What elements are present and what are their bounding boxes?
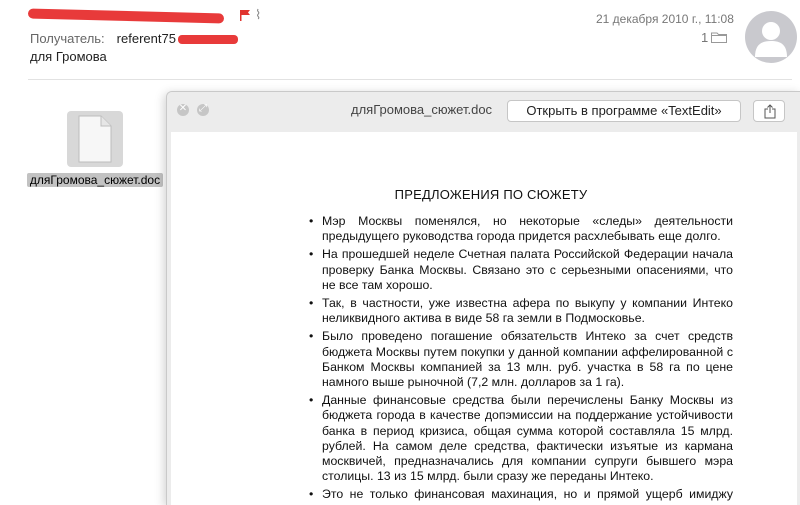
attachment-item[interactable]: дляГромова_сюжет.doc [24, 111, 166, 189]
sender-redacted [27, 8, 228, 24]
avatar [745, 11, 797, 63]
document-icon [67, 111, 123, 167]
share-icon [764, 104, 776, 119]
document-page: ПРЕДЛОЖЕНИЯ ПО СЮЖЕТУ Мэр Москвы поменял… [171, 132, 797, 505]
paperclip-icon: ⌇ [255, 8, 262, 23]
quicklook-title: дляГромова_сюжет.doc [351, 102, 493, 117]
attachment-count: 1 [701, 30, 709, 45]
redaction-mark [27, 8, 225, 24]
list-item: Это не только финансовая махинация, но и… [309, 487, 733, 505]
quicklook-window: ✕ ⤢ дляГромова_сюжет.doc Открыть в прогр… [166, 91, 800, 505]
list-item: Мэр Москвы поменялся, но некоторые «след… [309, 214, 733, 244]
recipient-row: Получатель: referent75 [30, 31, 238, 46]
list-item: На прошедшей неделе Счетная палата Росси… [309, 247, 733, 293]
fullscreen-icon[interactable]: ⤢ [197, 103, 209, 116]
list-item: Данные финансовые средства были перечисл… [309, 393, 733, 484]
message-date: 21 декабря 2010 г., 11:08 [596, 12, 734, 26]
flag-icon[interactable] [239, 9, 251, 21]
list-item: Было проведено погашение обязательств Ин… [309, 329, 733, 390]
recipient-value[interactable]: referent75 [117, 31, 176, 46]
document-bullet-list: Мэр Москвы поменялся, но некоторые «след… [309, 214, 733, 505]
open-in-textedit-button[interactable]: Открыть в программе «TextEdit» [507, 100, 741, 122]
attachment-filename[interactable]: дляГромова_сюжет.doc [27, 173, 163, 187]
avatar-icon [755, 22, 787, 57]
list-item: Так, в частности, уже известна афера по … [309, 296, 733, 326]
header-divider [28, 79, 792, 80]
folder-icon[interactable] [711, 31, 727, 43]
redaction-mark [177, 35, 238, 45]
quicklook-toolbar: ✕ ⤢ дляГромова_сюжет.doc Открыть в прогр… [167, 92, 800, 128]
close-icon[interactable]: ✕ [177, 103, 189, 116]
recipient-label: Получатель: [30, 31, 105, 46]
message-subject: для Громова [30, 49, 107, 64]
document-heading: ПРЕДЛОЖЕНИЯ ПО СЮЖЕТУ [394, 187, 588, 202]
share-button[interactable] [753, 100, 785, 122]
